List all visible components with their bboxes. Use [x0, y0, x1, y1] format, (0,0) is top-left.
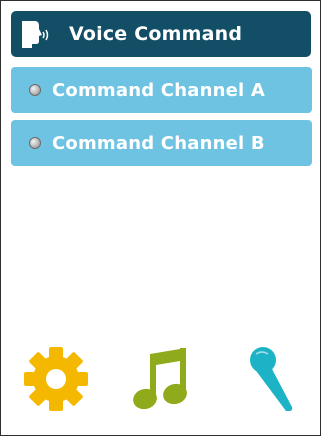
music-button[interactable] [126, 346, 196, 416]
gear-icon [22, 345, 90, 417]
header-title: Voice Command [69, 23, 243, 45]
voice-speaking-icon [13, 11, 57, 57]
radio-button-a[interactable] [29, 84, 41, 96]
music-note-icon [130, 346, 192, 416]
command-channel-a[interactable]: Command Channel A [11, 67, 312, 113]
microphone-button[interactable] [236, 346, 306, 416]
channel-a-label: Command Channel A [52, 79, 265, 101]
microphone-icon [244, 345, 298, 417]
app-frame: Voice Command Command Channel A Command … [0, 0, 321, 436]
channel-b-label: Command Channel B [52, 132, 265, 154]
voice-command-header: Voice Command [11, 11, 311, 57]
settings-button[interactable] [21, 346, 91, 416]
command-channel-b[interactable]: Command Channel B [11, 120, 312, 166]
radio-button-b[interactable] [29, 137, 41, 149]
